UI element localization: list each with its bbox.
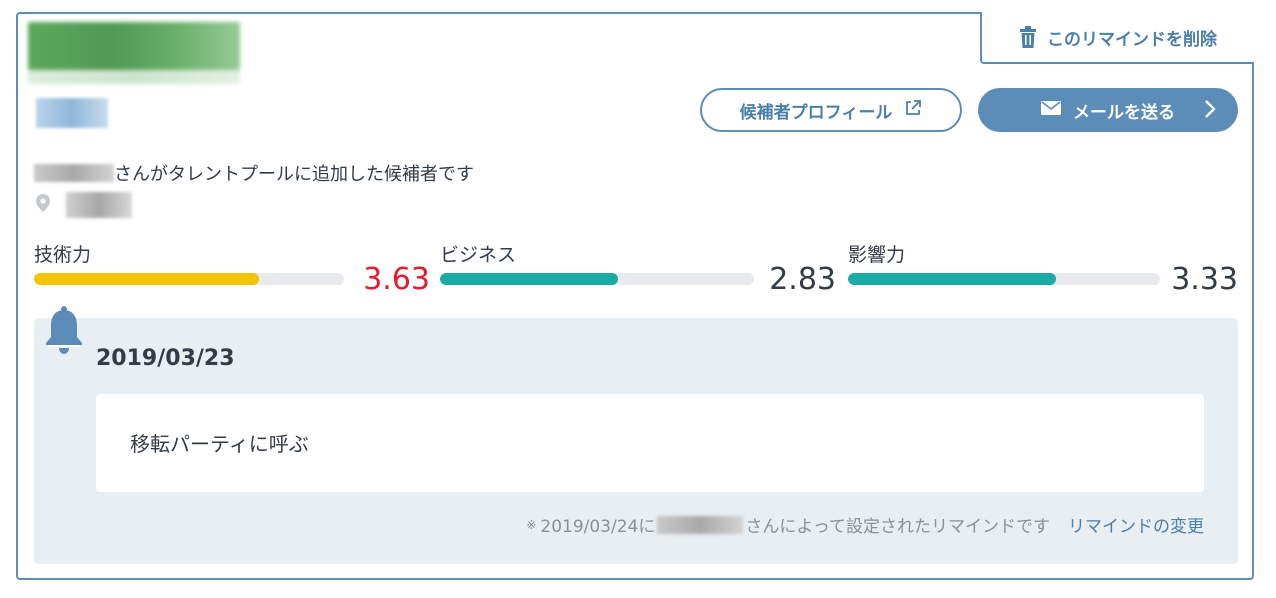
delete-reminder-button[interactable]: このリマインドを削除 xyxy=(980,12,1254,64)
location-pin-icon xyxy=(36,194,50,216)
skill-influence: 影響力 3.33 xyxy=(848,240,1238,300)
candidate-profile-button[interactable]: 候補者プロフィール xyxy=(700,88,962,132)
candidate-name-redacted xyxy=(28,22,240,84)
location xyxy=(36,192,132,218)
skill-bar xyxy=(34,273,344,285)
send-mail-label: メールを送る xyxy=(1073,102,1175,123)
reminder-footer-suffix: さんによって設定されたリマインドです xyxy=(745,517,1050,537)
skill-bar xyxy=(848,273,1160,285)
setter-name-redacted xyxy=(657,515,744,534)
mail-icon xyxy=(1041,100,1061,120)
location-redacted xyxy=(66,192,132,218)
change-reminder-link[interactable]: リマインドの変更 xyxy=(1068,512,1204,537)
recruiter-name-redacted xyxy=(34,164,114,182)
added-by-label: さんがタレントプールに追加した候補者です xyxy=(114,164,474,185)
skill-score: 2.83 xyxy=(769,262,836,297)
added-by-text: さんがタレントプールに追加した候補者です xyxy=(34,160,474,186)
reminder-footer-prefix: 2019/03/24に xyxy=(540,517,656,537)
candidate-profile-label: 候補者プロフィール xyxy=(739,102,893,123)
skill-label: 影響力 xyxy=(848,244,906,266)
skill-label: 技術力 xyxy=(34,244,92,266)
skill-label: ビジネス xyxy=(440,244,517,266)
chevron-right-icon xyxy=(1204,99,1216,124)
bell-icon xyxy=(44,306,84,360)
reminder-note: 移転パーティに呼ぶ xyxy=(96,394,1204,492)
reminder-footer: ※ 2019/03/24に さんによって設定されたリマインドです リマインドの変… xyxy=(526,512,1204,537)
skill-bar-fill xyxy=(848,273,1056,285)
skill-score: 3.33 xyxy=(1171,262,1238,297)
skill-bar-fill xyxy=(440,273,618,285)
skill-bar-fill xyxy=(34,273,260,285)
skill-bar xyxy=(440,273,754,285)
candidate-subtitle-redacted xyxy=(36,98,108,128)
skill-business: ビジネス 2.83 xyxy=(440,240,836,300)
note-mark: ※ xyxy=(526,517,537,532)
reminder-date: 2019/03/23 xyxy=(96,346,235,371)
skill-score: 3.63 xyxy=(363,262,430,297)
send-mail-button[interactable]: メールを送る xyxy=(978,88,1238,132)
external-link-icon xyxy=(904,99,922,122)
skill-technical: 技術力 3.63 xyxy=(34,240,430,300)
trash-icon xyxy=(1019,26,1037,48)
delete-reminder-label: このリマインドを削除 xyxy=(1047,29,1217,50)
